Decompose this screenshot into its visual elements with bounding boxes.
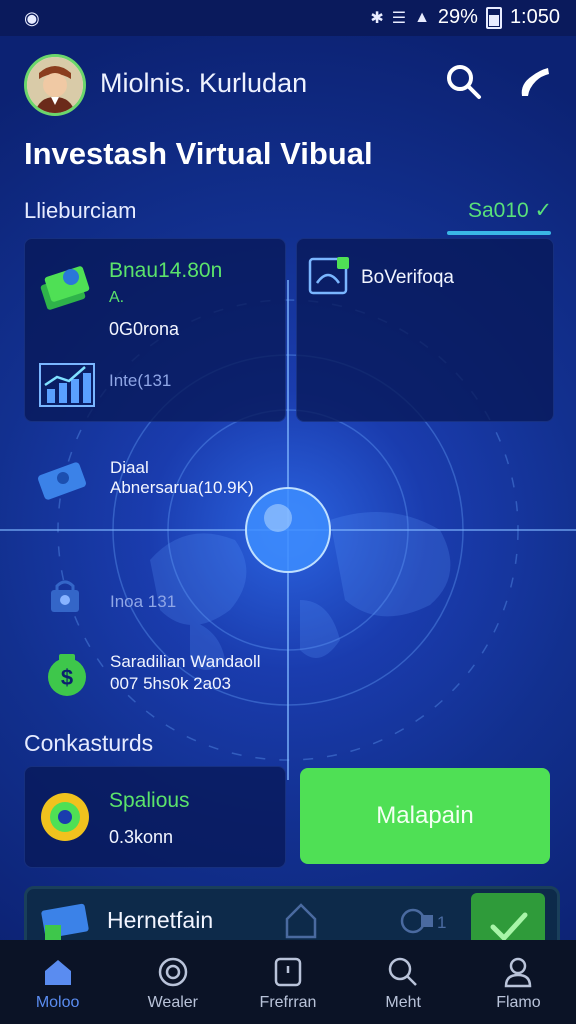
investment-value: 0G0rona bbox=[109, 319, 180, 339]
summary-label: Hernetfain bbox=[107, 907, 214, 933]
bluetooth-icon: ✱ bbox=[370, 9, 384, 27]
battery-icon bbox=[485, 6, 502, 29]
search-icon bbox=[388, 957, 418, 986]
coin-icon bbox=[41, 793, 89, 841]
item-sub-3: 007 5hs0k 2a03 bbox=[110, 674, 231, 693]
battery-percent: 29% bbox=[437, 6, 478, 28]
document-icon bbox=[308, 257, 349, 295]
wallet-icon bbox=[38, 462, 86, 500]
status-bar: ◉ ✱ ☰ ▲ 29% 1:050 bbox=[0, 0, 576, 36]
section-status-underline bbox=[447, 231, 551, 235]
avatar[interactable] bbox=[24, 54, 86, 116]
status-time: 1:050 bbox=[509, 6, 560, 28]
tablet-icon bbox=[274, 957, 302, 987]
nav-item-meht[interactable]: Meht bbox=[346, 940, 461, 1024]
home-icon bbox=[44, 960, 71, 985]
contact-value: 0.3konn bbox=[109, 827, 174, 847]
nav-label-home: Moloo bbox=[35, 994, 80, 1011]
item-title-3: Saradilian Wandaoll bbox=[110, 652, 261, 671]
target-icon bbox=[158, 957, 188, 987]
nav-item-frefrran[interactable]: Frefrran bbox=[230, 940, 345, 1024]
item-title-2: Inoa 131 bbox=[110, 592, 177, 611]
wifi-icon: ☰ bbox=[391, 9, 407, 27]
section-status-link[interactable]: Sa010 ✓ bbox=[468, 198, 552, 223]
bar-chart-icon bbox=[39, 363, 95, 407]
lock-icon bbox=[51, 580, 79, 612]
bottom-navigation: Moloo Wealer Frefrran Meht Flamo bbox=[0, 940, 576, 1024]
call-button[interactable] bbox=[514, 62, 554, 102]
nav-item-home[interactable]: Moloo bbox=[0, 940, 115, 1024]
nav-label-wealer: Wealer bbox=[147, 994, 198, 1011]
cash-icon bbox=[41, 903, 89, 941]
profile-icon bbox=[505, 957, 532, 988]
nav-label-frefrran: Frefrran bbox=[259, 994, 317, 1011]
app-header: Miolnis. Kurludan bbox=[0, 48, 576, 118]
search-icon bbox=[447, 65, 481, 99]
svg-text:$: $ bbox=[61, 665, 73, 690]
investment-card[interactable]: Bnau14.80n A. 0G0rona Inte(131 bbox=[24, 238, 286, 422]
nav-item-flamo[interactable]: Flamo bbox=[461, 940, 576, 1024]
money-stack-icon bbox=[40, 266, 90, 310]
verification-card[interactable]: BoVerifoqa bbox=[296, 238, 554, 422]
summary-count: 1 bbox=[437, 913, 447, 932]
user-name: Miolnis. Kurludan bbox=[100, 68, 308, 98]
signal-icon: ▲ bbox=[414, 8, 430, 26]
search-button[interactable] bbox=[444, 62, 484, 102]
avatar-image bbox=[27, 57, 83, 113]
primary-action-button[interactable]: Malapain bbox=[300, 768, 550, 864]
phone-icon bbox=[521, 68, 549, 96]
item-title-1: Diaal bbox=[110, 458, 149, 477]
section-label: Llieburciam bbox=[24, 198, 137, 223]
page-title: Investash Virtual Vibual bbox=[24, 136, 373, 171]
chart-label: Inte(131 bbox=[109, 371, 172, 390]
contact-card[interactable]: Spalious 0.3konn bbox=[24, 766, 286, 868]
app-notification-icon: ◉ bbox=[24, 8, 40, 28]
contacts-label: Conkasturds bbox=[24, 730, 154, 756]
investment-sub: A. bbox=[109, 289, 125, 306]
nav-label-flamo: Flamo bbox=[496, 994, 541, 1011]
house-icon bbox=[285, 903, 317, 939]
verification-title: BoVerifoqa bbox=[361, 267, 454, 288]
nav-item-wealer[interactable]: Wealer bbox=[115, 940, 230, 1024]
camera-icon bbox=[400, 908, 433, 934]
contact-title: Spalious bbox=[109, 789, 190, 812]
item-sub-1: Abnersarua(10.9K) bbox=[110, 478, 254, 497]
dollar-icon: $ bbox=[48, 654, 86, 696]
nav-label-meht: Meht bbox=[385, 994, 421, 1011]
investment-amount: Bnau14.80n bbox=[109, 259, 223, 282]
